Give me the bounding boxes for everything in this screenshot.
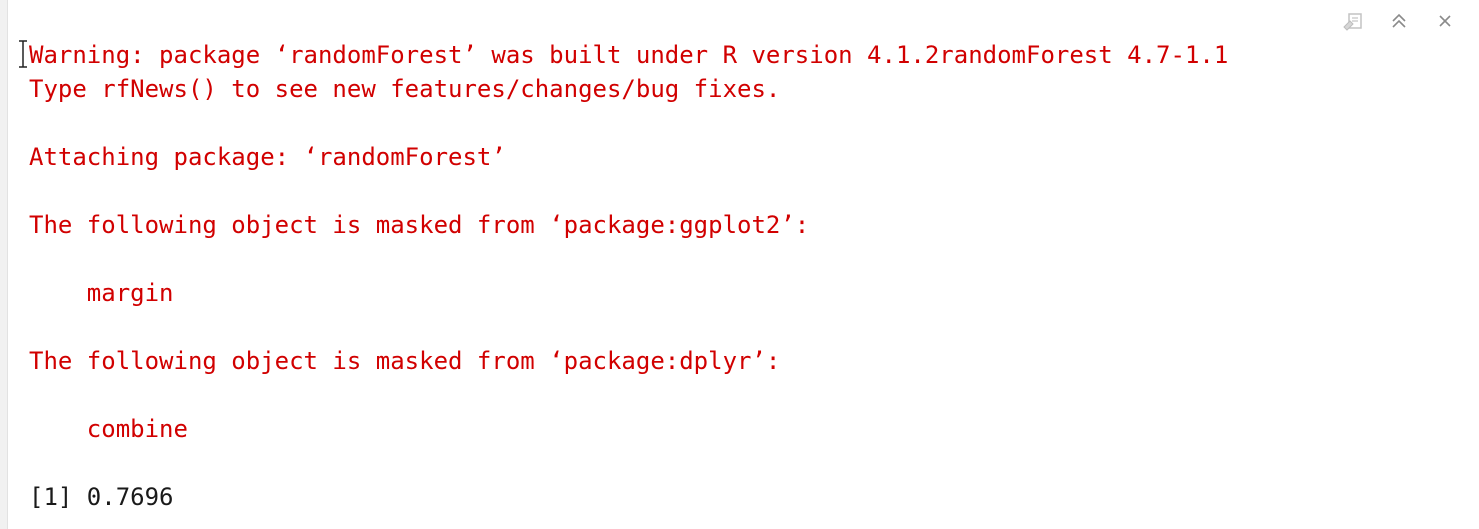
console-line: The following object is masked from ‘pac… bbox=[29, 347, 781, 375]
console-output-panel: Warning: package ‘randomForest’ was buil… bbox=[0, 0, 1479, 529]
console-line: [1] 0.7696 bbox=[29, 483, 174, 511]
output-toolbar bbox=[1341, 8, 1457, 34]
console-line: Warning: package ‘randomForest’ was buil… bbox=[29, 41, 1229, 69]
console-line: margin bbox=[29, 279, 174, 307]
maximize-icon bbox=[1392, 13, 1406, 28]
console-line: combine bbox=[29, 415, 188, 443]
console-line: Attaching package: ‘randomForest’ bbox=[29, 143, 506, 171]
text-cursor-icon bbox=[19, 40, 27, 68]
close-icon bbox=[1439, 15, 1451, 27]
panel-left-border bbox=[0, 0, 8, 529]
console-output-text[interactable]: Warning: package ‘randomForest’ was buil… bbox=[29, 38, 1459, 514]
maximize-button[interactable] bbox=[1387, 9, 1411, 33]
console-line: The following object is masked from ‘pac… bbox=[29, 211, 810, 239]
clear-console-icon bbox=[1343, 13, 1362, 31]
close-button[interactable] bbox=[1433, 9, 1457, 33]
clear-console-button[interactable] bbox=[1341, 9, 1365, 33]
console-line: Type rfNews() to see new features/change… bbox=[29, 75, 781, 103]
